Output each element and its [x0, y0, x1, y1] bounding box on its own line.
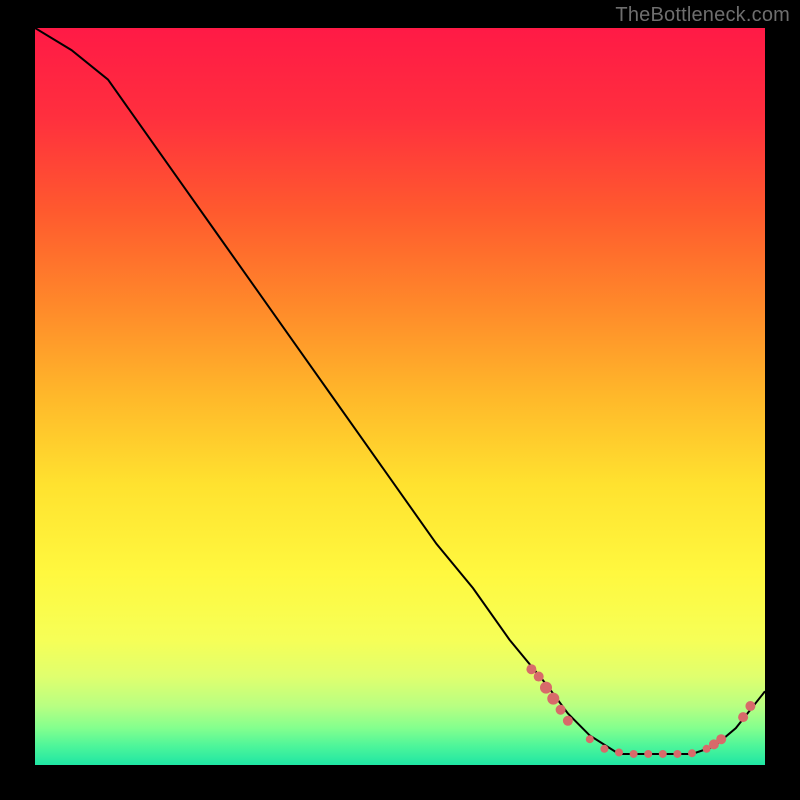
chart-marker	[556, 705, 566, 715]
chart-marker	[615, 748, 623, 756]
chart-marker	[716, 734, 726, 744]
chart-marker	[563, 716, 573, 726]
chart-marker	[586, 735, 594, 743]
chart-markers	[526, 664, 755, 758]
chart-marker	[630, 750, 638, 758]
chart-marker	[526, 664, 536, 674]
chart-line	[35, 28, 765, 754]
chart-marker	[644, 750, 652, 758]
watermark-text: TheBottleneck.com	[615, 4, 790, 27]
chart-marker	[547, 693, 559, 705]
chart-marker	[688, 749, 696, 757]
chart-marker	[659, 750, 667, 758]
chart-marker	[534, 672, 544, 682]
chart-curve-layer	[35, 28, 765, 765]
chart-plot-area	[35, 28, 765, 765]
chart-marker	[673, 750, 681, 758]
chart-marker	[540, 682, 552, 694]
chart-marker	[600, 745, 608, 753]
chart-marker	[738, 712, 748, 722]
chart-marker	[745, 701, 755, 711]
